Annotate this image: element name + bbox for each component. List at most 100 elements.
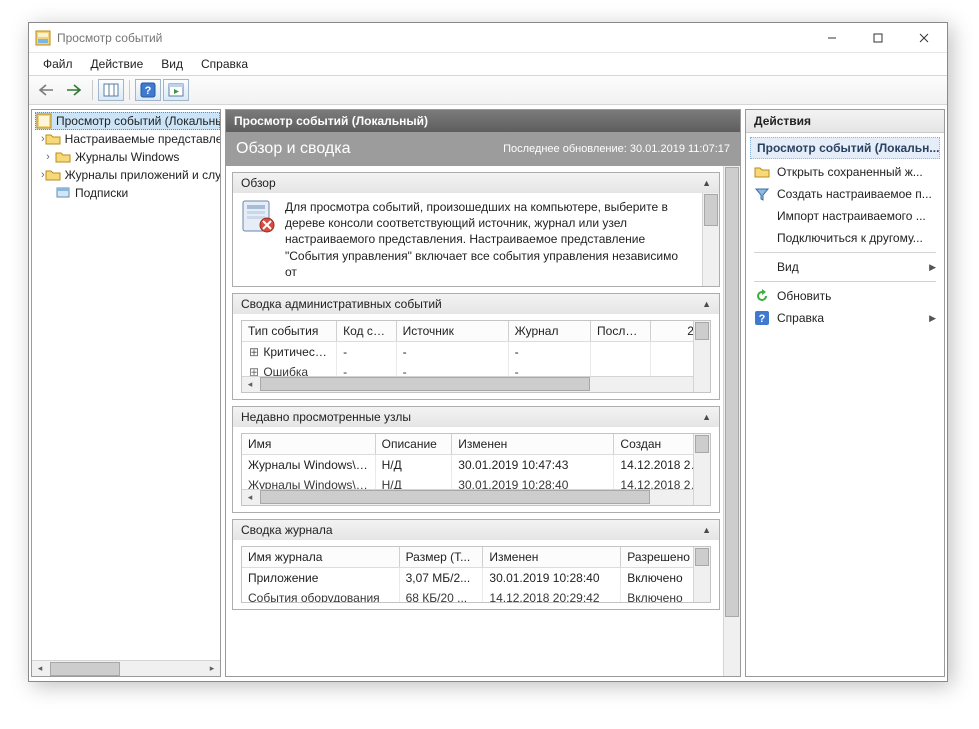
tree[interactable]: Просмотр событий (Локальный) › Настраива… <box>32 110 220 660</box>
tree-root-label: Просмотр событий (Локальный) <box>56 114 220 128</box>
separator <box>754 281 936 282</box>
workspace: Просмотр событий (Локальный) › Настраива… <box>29 105 947 681</box>
log-summary-header[interactable]: Сводка журнала ▲ <box>233 520 719 540</box>
admin-summary-header[interactable]: Сводка административных событий ▲ <box>233 294 719 314</box>
action-create-custom[interactable]: Создать настраиваемое п... <box>750 183 940 205</box>
col-name[interactable]: Имя <box>242 434 376 454</box>
recent-nodes-hscroll[interactable]: ◂▸ <box>242 489 710 505</box>
log-summary-table[interactable]: Имя журнала Размер (Т... Изменен Разреше… <box>241 546 711 603</box>
forward-button[interactable] <box>61 79 87 101</box>
toolbar-panes-button[interactable] <box>98 79 124 101</box>
actions-subheader[interactable]: Просмотр событий (Локальн... ▲ <box>750 137 940 159</box>
tree-root[interactable]: Просмотр событий (Локальный) <box>35 112 220 130</box>
center-header: Просмотр событий (Локальный) <box>226 110 740 132</box>
log-summary-vscroll[interactable] <box>693 547 710 602</box>
folder-icon <box>45 167 61 183</box>
col-desc[interactable]: Описание <box>376 434 453 454</box>
menu-file[interactable]: Файл <box>35 56 81 72</box>
table-row[interactable]: Журналы Windows\Сис... Н/Д 30.01.2019 10… <box>242 455 710 475</box>
center-body: Обзор ▲ Для просмотра событий, произошед… <box>226 166 740 616</box>
menubar: Файл Действие Вид Справка <box>29 53 947 75</box>
tree-item-label: Журналы приложений и служб <box>65 168 220 182</box>
table-row[interactable]: ⊞ Ошибка - - - 4 <box>242 362 710 376</box>
tree-pane: Просмотр событий (Локальный) › Настраива… <box>31 109 221 677</box>
col-journal[interactable]: Журнал <box>509 321 591 341</box>
panel-title: Недавно просмотренные узлы <box>241 410 411 424</box>
chevron-right-icon: ▶ <box>929 313 936 324</box>
collapse-icon[interactable]: ▲ <box>702 299 711 309</box>
last-update: Последнее обновление: 30.01.2019 11:07:1… <box>503 143 730 155</box>
recent-nodes-vscroll[interactable] <box>693 434 710 505</box>
admin-summary-vscroll[interactable] <box>693 321 710 392</box>
collapse-icon[interactable]: ▲ <box>702 412 711 422</box>
col-code[interactable]: Код соб... <box>337 321 397 341</box>
back-button[interactable] <box>33 79 59 101</box>
col-last[interactable]: Послед... <box>591 321 651 341</box>
tree-item-label: Журналы Windows <box>75 150 179 164</box>
action-import-custom[interactable]: Импорт настраиваемого ... <box>750 205 940 227</box>
tree-item-label: Подписки <box>75 186 128 200</box>
col-size[interactable]: Размер (Т... <box>400 547 484 567</box>
tree-item-label: Настраиваемые представления <box>65 132 220 146</box>
recent-nodes-panel: Недавно просмотренные узлы ▲ Имя Описани… <box>232 406 720 513</box>
overview-icon <box>241 199 275 233</box>
recent-nodes-table[interactable]: Имя Описание Изменен Создан Журналы Wind… <box>241 433 711 506</box>
app-icon <box>35 30 51 46</box>
recent-nodes-header[interactable]: Недавно просмотренные узлы ▲ <box>233 407 719 427</box>
action-refresh[interactable]: Обновить <box>750 285 940 307</box>
col-source[interactable]: Источник <box>397 321 509 341</box>
collapse-icon[interactable]: ▲ <box>702 178 711 188</box>
actions-subheader-label: Просмотр событий (Локальн... <box>757 141 939 155</box>
svg-text:?: ? <box>145 85 152 97</box>
col-changed[interactable]: Изменен <box>452 434 614 454</box>
center-pane: Просмотр событий (Локальный) Обзор и сво… <box>225 109 741 677</box>
action-view[interactable]: Вид ▶ <box>750 256 940 278</box>
overview-panel-header[interactable]: Обзор ▲ <box>233 173 719 193</box>
col-log-name[interactable]: Имя журнала <box>242 547 400 567</box>
menu-view[interactable]: Вид <box>153 56 191 72</box>
chevron-up-icon[interactable]: ▲ <box>939 144 940 153</box>
summary-band: Обзор и сводка Последнее обновление: 30.… <box>226 132 740 166</box>
expand-icon[interactable]: › <box>41 151 55 163</box>
toolbar-help-button[interactable]: ? <box>135 79 161 101</box>
window: Просмотр событий Файл Действие Вид Справ… <box>28 22 948 682</box>
eventvwr-icon <box>36 113 52 129</box>
actions-list: Открыть сохраненный ж... Создать настраи… <box>746 159 944 331</box>
collapse-icon[interactable]: ▲ <box>702 525 711 535</box>
tree-item-subscriptions[interactable]: Подписки <box>35 184 220 202</box>
maximize-button[interactable] <box>855 23 901 52</box>
tree-horizontal-scrollbar[interactable]: ◂ ▸ <box>32 660 220 676</box>
tree-item-windows-logs[interactable]: › Журналы Windows <box>35 148 220 166</box>
close-button[interactable] <box>901 23 947 52</box>
log-summary-panel: Сводка журнала ▲ Имя журнала Размер (Т..… <box>232 519 720 610</box>
menu-help[interactable]: Справка <box>193 56 256 72</box>
tree-item-custom-views[interactable]: › Настраиваемые представления <box>35 130 220 148</box>
minimize-button[interactable] <box>809 23 855 52</box>
table-row[interactable]: Журналы Windows\При... Н/Д 30.01.2019 10… <box>242 475 710 489</box>
table-row[interactable]: События оборудования 68 КБ/20 ... 14.12.… <box>242 588 710 602</box>
toolbar-preview-button[interactable] <box>163 79 189 101</box>
panel-title: Сводка журнала <box>241 523 333 537</box>
table-row[interactable]: Приложение 3,07 МБ/2... 30.01.2019 10:28… <box>242 568 710 588</box>
col-type[interactable]: Тип события <box>242 321 337 341</box>
col-changed[interactable]: Изменен <box>483 547 621 567</box>
action-open-saved[interactable]: Открыть сохраненный ж... <box>750 161 940 183</box>
refresh-icon <box>754 288 770 304</box>
svg-text:?: ? <box>759 313 766 325</box>
actions-pane: Действия Просмотр событий (Локальн... ▲ … <box>745 109 945 677</box>
blank-icon <box>754 259 770 275</box>
overview-scrollbar[interactable] <box>702 193 719 286</box>
table-row[interactable]: ⊞ Критический - - - 0 <box>242 342 710 362</box>
admin-summary-hscroll[interactable]: ◂▸ <box>242 376 710 392</box>
chevron-right-icon: ▶ <box>929 262 936 273</box>
action-connect-other[interactable]: Подключиться к другому... <box>750 227 940 249</box>
menu-action[interactable]: Действие <box>83 56 152 72</box>
tree-item-app-logs[interactable]: › Журналы приложений и служб <box>35 166 220 184</box>
center-vertical-scrollbar[interactable] <box>723 166 740 676</box>
subscriptions-icon <box>55 185 71 201</box>
admin-summary-table[interactable]: Тип события Код соб... Источник Журнал П… <box>241 320 711 393</box>
help-icon: ? <box>754 310 770 326</box>
panel-title: Обзор <box>241 176 276 190</box>
action-help[interactable]: ? Справка ▶ <box>750 307 940 329</box>
toolbar: ? <box>29 75 947 105</box>
